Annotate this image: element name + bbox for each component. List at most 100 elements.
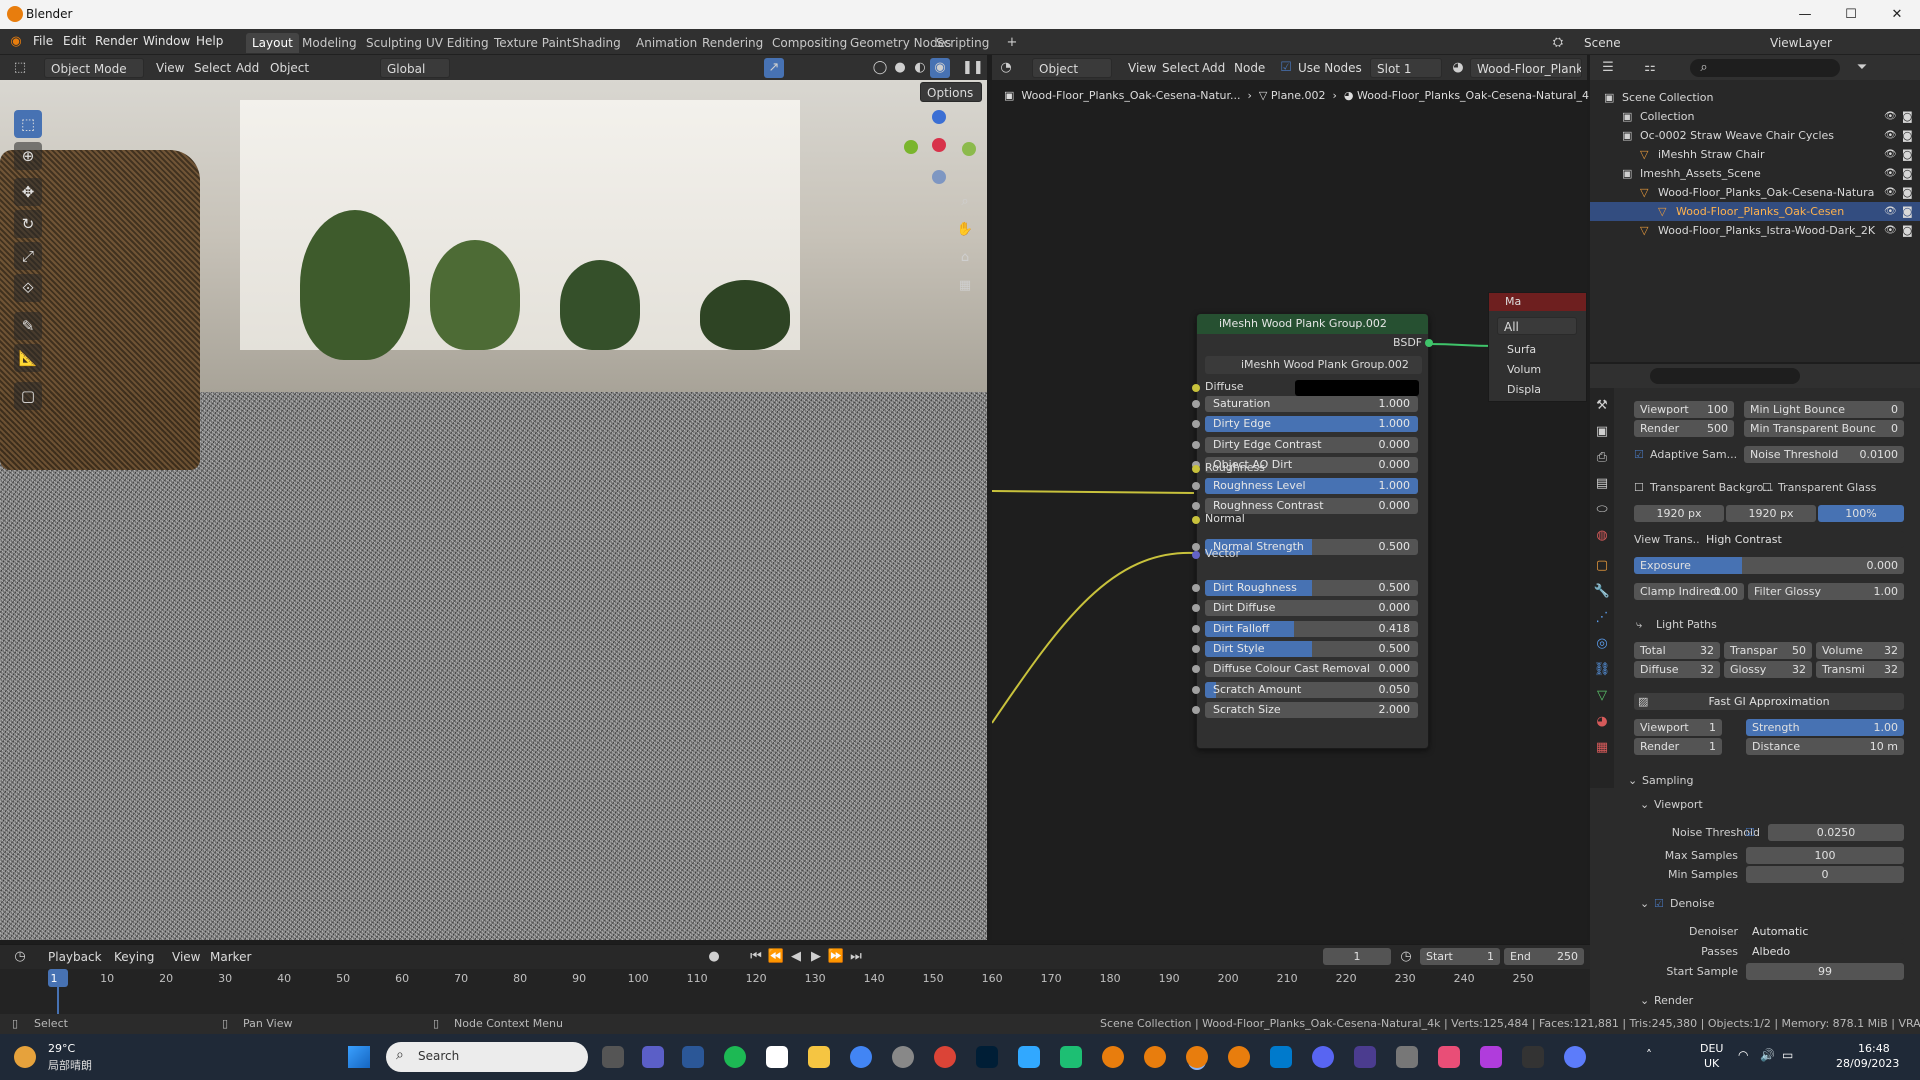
input-socket[interactable]	[1192, 625, 1200, 633]
total-bounces-field[interactable]: Total 32	[1634, 642, 1720, 659]
slider-saturation[interactable]: Saturation 1.000	[1205, 396, 1418, 412]
gizmo-neg-y-axis[interactable]	[962, 142, 976, 156]
viewlayer-selector[interactable]: ViewLayer	[1770, 36, 1832, 50]
slider-dirt-diffuse[interactable]: Dirt Diffuse 0.000	[1205, 600, 1418, 616]
gizmo-z-axis[interactable]	[932, 110, 946, 124]
tab-rendering[interactable]: Rendering	[696, 33, 769, 53]
outliner-row[interactable]: ▣ Scene Collection	[1590, 88, 1920, 107]
render-camera-icon[interactable]: ◙	[1902, 183, 1913, 202]
weather-temp[interactable]: 29°C	[48, 1042, 75, 1055]
play-reverse-icon[interactable]: ◀	[786, 947, 806, 967]
render-section-title[interactable]: Render	[1654, 992, 1693, 1009]
input-socket[interactable]	[1192, 665, 1200, 673]
notion-icon[interactable]	[766, 1046, 788, 1068]
slider-dirt-falloff[interactable]: Dirt Falloff 0.418	[1205, 621, 1418, 637]
tray-chevron-icon[interactable]: ˄	[1646, 1048, 1652, 1062]
view-transform-dropdown[interactable]: High Contrast	[1700, 531, 1904, 548]
tab-modeling[interactable]: Modeling	[296, 33, 363, 53]
tab-scripting[interactable]: Scripting	[930, 33, 995, 53]
slider-scratch-amount[interactable]: Scratch Amount 0.050	[1205, 682, 1418, 698]
min-samples-field[interactable]: 0	[1746, 866, 1904, 883]
slider-dirty-edge[interactable]: Dirty Edge 1.000	[1205, 416, 1418, 432]
jump-keyframe-back-icon[interactable]: ⏪	[766, 947, 786, 967]
pause-render-icon[interactable]: ❚❚	[962, 58, 984, 78]
view-layer-tab-icon[interactable]: ▤	[1592, 474, 1612, 494]
exposure-field[interactable]: Exposure 0.000	[1634, 557, 1904, 574]
slider-roughness-level[interactable]: Roughness Level 1.000	[1205, 478, 1418, 494]
mode-dropdown[interactable]: Object Mode	[44, 58, 144, 78]
volume-bounces-field[interactable]: Volume 32	[1816, 642, 1904, 659]
gi-strength-field[interactable]: Strength 1.00	[1746, 719, 1904, 736]
discord-icon[interactable]	[1312, 1046, 1334, 1068]
visibility-eye-icon[interactable]: 👁	[1884, 221, 1897, 240]
fast-gi-toggle[interactable]: Fast GI Approximation	[1634, 693, 1904, 710]
editor-type-icon[interactable]: ⬚	[10, 58, 30, 78]
zoom-icon[interactable]: ⌕	[955, 192, 975, 212]
jump-end-icon[interactable]: ⏭	[846, 947, 866, 967]
transmission-bounces-field[interactable]: Transmi 32	[1816, 661, 1904, 678]
annotate-tool-icon[interactable]: ✎	[14, 312, 42, 340]
gizmo-y-axis[interactable]	[904, 140, 918, 154]
play-icon[interactable]: ▶	[806, 947, 826, 967]
shader-type-dropdown[interactable]: Object	[1032, 58, 1112, 78]
constraints-tab-icon[interactable]: ⛓	[1592, 660, 1612, 680]
app-icon[interactable]	[1354, 1046, 1376, 1068]
min-transparent-bounce-field[interactable]: Min Transparent Bounc 0	[1744, 420, 1904, 437]
max-samples-field[interactable]: 100	[1746, 847, 1904, 864]
node-editor-type-icon[interactable]: ◔	[996, 58, 1016, 78]
slider-diffuse-colour-cast-removal[interactable]: Diffuse Colour Cast Removal 0.000	[1205, 661, 1418, 677]
blender-active-icon[interactable]	[1186, 1046, 1208, 1068]
settings-icon[interactable]	[1564, 1046, 1586, 1068]
resolution-percent-field[interactable]: 100%	[1818, 505, 1904, 522]
node-node-menu[interactable]: Node	[1228, 58, 1271, 78]
input-socket[interactable]	[1192, 420, 1200, 428]
material-name-field[interactable]: Wood-Floor_Planks	[1470, 58, 1582, 78]
preview-range-icon[interactable]: ◷	[1396, 947, 1416, 967]
app-icon[interactable]	[682, 1046, 704, 1068]
input-layout[interactable]: UK	[1704, 1057, 1719, 1070]
physics-tab-icon[interactable]: ◎	[1592, 634, 1612, 654]
input-socket[interactable]	[1192, 482, 1200, 490]
shading-solid-icon[interactable]: ●	[890, 58, 910, 78]
select-box-tool-icon[interactable]: ⬚	[14, 110, 42, 138]
blender-taskbar-icon[interactable]	[1144, 1046, 1166, 1068]
filter-icon[interactable]: ⏷	[1852, 58, 1872, 78]
tab-sculpting[interactable]: Sculpting	[360, 33, 428, 53]
object-tab-icon[interactable]: ▢	[1592, 556, 1612, 576]
outliner-row[interactable]: ▽ Wood-Floor_Planks_Istra-Wood-Dark_2K 👁 ◙	[1590, 221, 1920, 240]
visibility-eye-icon[interactable]: 👁	[1884, 107, 1897, 126]
close-button[interactable]: ✕	[1874, 0, 1920, 29]
render-camera-icon[interactable]: ◙	[1902, 164, 1913, 183]
material-output-node[interactable]: Ma All Surfa Volum Displa	[1488, 292, 1587, 402]
group-datablock[interactable]: iMeshh Wood Plank Group.002	[1205, 356, 1422, 374]
properties-search-input[interactable]	[1650, 368, 1800, 384]
outliner-row[interactable]: ▽ Wood-Floor_Planks_Oak-Cesena-Natura 👁 ◙	[1590, 183, 1920, 202]
camera-view-icon[interactable]: ⌂	[955, 248, 975, 268]
outliner-type-icon[interactable]: ☰	[1598, 58, 1618, 78]
volume-icon[interactable]: 🔊	[1760, 1048, 1775, 1062]
wifi-icon[interactable]: ◠	[1738, 1048, 1748, 1062]
sampling-chevron-icon[interactable]: ⌄	[1628, 772, 1637, 789]
slot-dropdown[interactable]: Slot 1	[1370, 58, 1442, 78]
visibility-eye-icon[interactable]: 👁	[1884, 126, 1897, 145]
transparent-glass-checkbox[interactable]: ☐	[1762, 479, 1772, 496]
spotify-icon[interactable]	[724, 1046, 746, 1068]
shading-wire-icon[interactable]: ◯	[870, 58, 890, 78]
weather-desc[interactable]: 局部晴朗	[48, 1057, 92, 1073]
start-sample-field[interactable]: 99	[1746, 963, 1904, 980]
transparent-bg-checkbox[interactable]: ☐	[1634, 479, 1644, 496]
output-tab-icon[interactable]: ⎙	[1592, 448, 1612, 468]
photoshop-icon[interactable]	[976, 1046, 998, 1068]
ortho-grid-icon[interactable]: ▦	[955, 276, 975, 296]
end-frame-field[interactable]: End 250	[1504, 948, 1584, 965]
tab-uv-editing[interactable]: UV Editing	[420, 33, 495, 53]
texture-tab-icon[interactable]: ▦	[1592, 738, 1612, 758]
scale-tool-icon[interactable]: ⤢	[14, 242, 42, 270]
outliner[interactable]: ▣ Scene Collection ▣ Collection 👁 ◙ ▣ Oc-0002 S…	[1590, 80, 1920, 362]
menu-file[interactable]: File	[33, 34, 53, 48]
diffuse-color-swatch[interactable]	[1295, 380, 1419, 396]
battery-icon[interactable]: ▭	[1782, 1048, 1793, 1062]
3d-viewport[interactable]: Options ⌕ ✋ ⌂ ▦	[0, 80, 987, 940]
teams-icon[interactable]	[642, 1046, 664, 1068]
input-language[interactable]: DEU	[1700, 1042, 1723, 1055]
